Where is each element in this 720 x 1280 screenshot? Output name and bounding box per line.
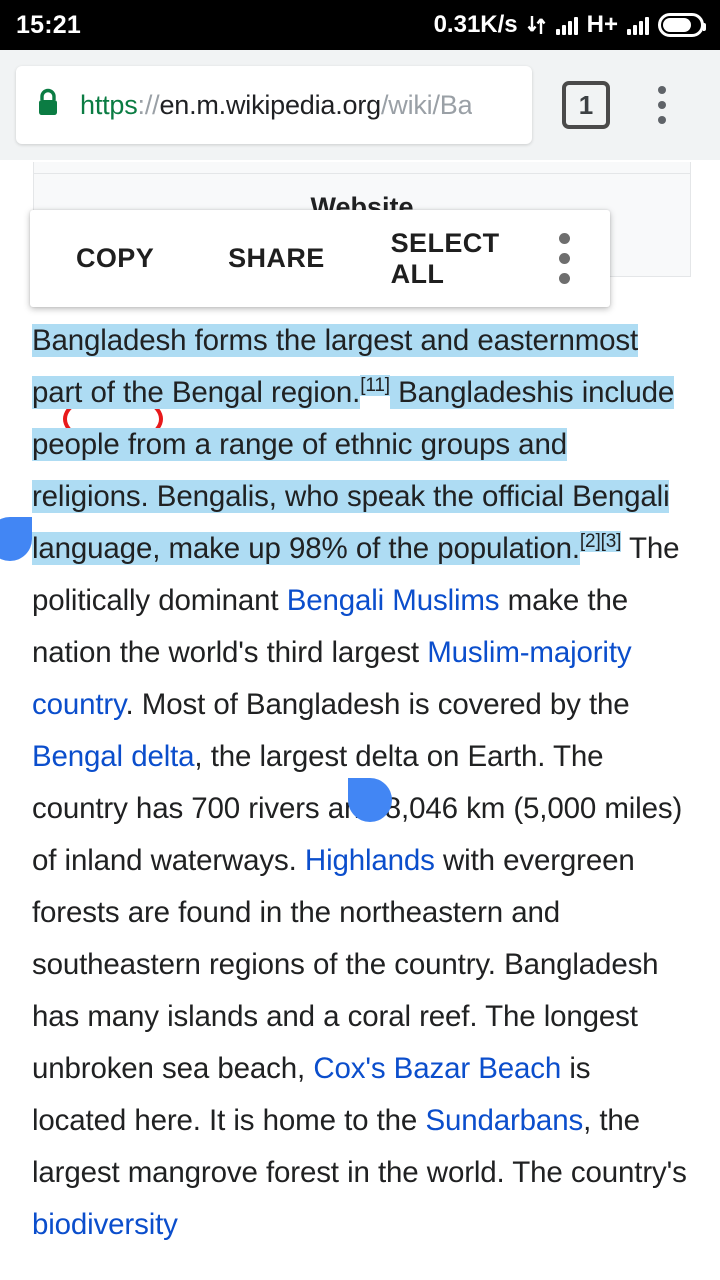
- link-biodiversity[interactable]: biodiversity: [32, 1208, 178, 1241]
- url-separator: ://: [137, 89, 160, 120]
- url-scheme: https: [80, 89, 138, 120]
- copy-button[interactable]: COPY: [76, 243, 154, 274]
- link-bengal-delta[interactable]: Bengal delta: [32, 740, 195, 773]
- url-text: https://en.m.wikipedia.org/wiki/Ba: [80, 90, 472, 121]
- selection-end-handle[interactable]: [348, 778, 392, 822]
- status-clock: 15:21: [16, 10, 81, 39]
- reference-3[interactable]: [3]: [600, 531, 621, 553]
- browser-toolbar: https://en.m.wikipedia.org/wiki/Ba 1: [0, 50, 720, 160]
- signal-bars-icon-sim2: [627, 15, 649, 35]
- data-transfer-icon: [527, 14, 547, 36]
- url-host: en.m.wikipedia.org: [159, 89, 381, 120]
- browser-overflow-menu-icon[interactable]: [642, 79, 682, 131]
- web-page-viewport[interactable]: Website COPY SHARE SELECT ALL Bangladesh…: [0, 160, 720, 1280]
- tab-switcher-button[interactable]: 1: [562, 81, 610, 129]
- url-path: /wiki/Ba: [380, 89, 473, 120]
- network-speed-text: 0.31K/s: [433, 11, 518, 38]
- status-icons: 0.31K/s H+: [433, 11, 706, 39]
- network-type-label: H+: [586, 11, 618, 38]
- infobox-divider: [34, 162, 690, 174]
- select-all-button[interactable]: SELECT ALL: [391, 228, 559, 290]
- battery-icon: [658, 13, 706, 37]
- text-selection-action-bar[interactable]: COPY SHARE SELECT ALL: [30, 210, 610, 307]
- article-text-5: with evergreen forests are found in the …: [32, 844, 659, 1085]
- share-button[interactable]: SHARE: [228, 243, 325, 274]
- link-highlands[interactable]: Highlands: [305, 844, 435, 877]
- address-bar[interactable]: https://en.m.wikipedia.org/wiki/Ba: [16, 66, 532, 144]
- signal-bars-icon-sim1: [555, 15, 578, 35]
- link-sundarbans[interactable]: Sundarbans: [425, 1104, 583, 1137]
- article-text-3: . Most of Bangladesh is covered by the: [125, 688, 630, 721]
- link-bengali-muslims[interactable]: Bengali Muslims: [287, 584, 500, 617]
- status-bar: 15:21 0.31K/s H+: [0, 0, 720, 50]
- reference-2[interactable]: [2]: [579, 531, 601, 553]
- link-coxs-bazar-beach[interactable]: Cox's Bazar Beach: [313, 1052, 561, 1085]
- lock-icon: [34, 87, 62, 124]
- selection-overflow-menu-icon[interactable]: [559, 233, 570, 284]
- reference-11[interactable]: [11]: [360, 375, 390, 397]
